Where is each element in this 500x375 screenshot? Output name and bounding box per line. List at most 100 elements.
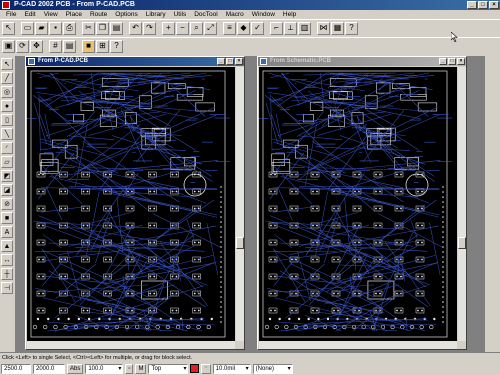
- redo-icon[interactable]: ↷: [143, 21, 156, 35]
- menu-doctool[interactable]: DocTool: [190, 10, 221, 19]
- menu-window[interactable]: Window: [248, 10, 279, 19]
- grid-icon[interactable]: #: [49, 39, 62, 53]
- report-icon[interactable]: ▥: [298, 21, 311, 35]
- x-coordinate-field[interactable]: 2500.0: [1, 363, 31, 374]
- menu-help[interactable]: Help: [279, 10, 300, 19]
- drc-icon[interactable]: ✓: [251, 21, 264, 35]
- text-tool-icon[interactable]: A: [1, 226, 13, 238]
- help-icon[interactable]: ?: [345, 21, 358, 35]
- menu-options[interactable]: Options: [111, 10, 141, 19]
- menu-view[interactable]: View: [40, 10, 62, 19]
- cutout-tool-icon[interactable]: ◪: [1, 184, 13, 196]
- vertical-scrollbar[interactable]: [236, 67, 244, 341]
- view-all-icon[interactable]: ▣: [2, 39, 15, 53]
- paste-icon[interactable]: ▤: [110, 21, 123, 35]
- layer-color-swatch[interactable]: [190, 364, 200, 373]
- pointer-icon[interactable]: ↖: [2, 21, 15, 35]
- route-auto-icon[interactable]: ⟂: [284, 21, 297, 35]
- child-maximize-button[interactable]: □: [226, 58, 234, 65]
- print-icon[interactable]: ⎙: [63, 21, 76, 35]
- pcb-canvas-left[interactable]: [27, 67, 235, 341]
- route-tool-icon[interactable]: ╱: [1, 72, 13, 84]
- netlist-icon[interactable]: ⋈: [317, 21, 330, 35]
- pcb-canvas-right[interactable]: [259, 67, 457, 341]
- menu-route[interactable]: Route: [86, 10, 111, 19]
- line-style-button[interactable]: ⁻: [201, 363, 211, 374]
- measure-icon[interactable]: ⊞: [96, 39, 109, 53]
- horizontal-scrollbar[interactable]: [259, 341, 457, 349]
- zoom-fit-icon[interactable]: ⤢: [204, 21, 217, 35]
- zoom-out-icon[interactable]: −: [176, 21, 189, 35]
- redraw-icon[interactable]: ⟳: [16, 39, 29, 53]
- polygon-tool-icon[interactable]: ▱: [1, 156, 13, 168]
- component-outline: [405, 173, 429, 197]
- route-manual-icon[interactable]: ⌐: [270, 21, 283, 35]
- ratsnest-line: [117, 246, 165, 263]
- scroll-thumb[interactable]: [236, 237, 244, 249]
- grid-toggle-button[interactable]: ▫: [125, 363, 134, 374]
- abs-toggle-button[interactable]: Abs: [67, 363, 84, 374]
- copper-pour-tool-icon[interactable]: ◩: [1, 170, 13, 182]
- menu-utils[interactable]: Utils: [170, 10, 191, 19]
- attribute-tool-icon[interactable]: ▲: [1, 240, 13, 252]
- menu-place[interactable]: Place: [62, 10, 86, 19]
- menu-edit[interactable]: Edit: [20, 10, 39, 19]
- style-select[interactable]: (None): [252, 363, 293, 374]
- component-tool-icon[interactable]: ▯: [1, 114, 13, 126]
- document-icon: [28, 58, 35, 65]
- menu-macro[interactable]: Macro: [222, 10, 248, 19]
- point-tool-icon[interactable]: ┼: [1, 268, 13, 280]
- ratsnest-line: [41, 248, 76, 303]
- y-coordinate-field[interactable]: 2000.0: [33, 363, 65, 374]
- highlight-icon[interactable]: ◆: [237, 21, 250, 35]
- undo-icon[interactable]: ↶: [129, 21, 142, 35]
- cut-icon[interactable]: ✂: [82, 21, 95, 35]
- pcb-window-left[interactable]: From P-CAD.PCB _ □ ×: [25, 56, 245, 350]
- child-close-button[interactable]: ×: [457, 58, 465, 65]
- layer-set-icon[interactable]: ▤: [63, 39, 76, 53]
- child-minimize-button[interactable]: _: [217, 58, 225, 65]
- menu-file[interactable]: File: [2, 10, 20, 19]
- child-minimize-button[interactable]: _: [439, 58, 447, 65]
- dimension-tool-icon[interactable]: ↔: [1, 254, 13, 266]
- zoom-in-icon[interactable]: +: [162, 21, 175, 35]
- grid-select[interactable]: 100.0: [85, 363, 124, 374]
- line-width-select[interactable]: 10.0mil: [212, 363, 251, 374]
- pcb-window-right[interactable]: From Schematic.PCB _ □ ×: [257, 56, 467, 350]
- pad: [104, 309, 107, 312]
- layer-select[interactable]: Top: [148, 363, 189, 374]
- minimize-button[interactable]: _: [467, 1, 477, 9]
- fill-tool-icon[interactable]: ■: [1, 212, 13, 224]
- ruler-tool-icon[interactable]: ⊣: [1, 282, 13, 294]
- save-icon[interactable]: ▪: [49, 21, 62, 35]
- new-icon[interactable]: ▭: [21, 21, 34, 35]
- pad-tool-icon[interactable]: ●: [1, 100, 13, 112]
- child-maximize-button[interactable]: □: [448, 58, 456, 65]
- keepout-tool-icon[interactable]: ⊘: [1, 198, 13, 210]
- menu-library[interactable]: Library: [142, 10, 170, 19]
- child-close-button[interactable]: ×: [235, 58, 243, 65]
- pad: [220, 191, 222, 193]
- scroll-thumb[interactable]: [458, 237, 466, 249]
- via-tool-icon[interactable]: ◎: [1, 86, 13, 98]
- maximize-button[interactable]: □: [478, 1, 488, 9]
- properties-icon[interactable]: ▦: [331, 21, 344, 35]
- pcb-window-right-titlebar[interactable]: From Schematic.PCB _ □ ×: [258, 57, 466, 66]
- select-tool-icon[interactable]: ↖: [1, 58, 13, 70]
- query-icon[interactable]: ?: [110, 39, 123, 53]
- ratsnest-line: [42, 234, 62, 249]
- app-icon[interactable]: [2, 1, 10, 9]
- copy-icon[interactable]: ❐: [96, 21, 109, 35]
- line-tool-icon[interactable]: ╲: [1, 128, 13, 140]
- arc-tool-icon[interactable]: ◜: [1, 142, 13, 154]
- open-icon[interactable]: ▰: [35, 21, 48, 35]
- zoom-window-icon[interactable]: ⌕: [190, 21, 203, 35]
- layer-toggle-button[interactable]: M: [135, 363, 147, 374]
- select-all-icon[interactable]: ■: [82, 39, 95, 53]
- vertical-scrollbar[interactable]: [458, 67, 466, 341]
- pan-icon[interactable]: ✥: [30, 39, 43, 53]
- horizontal-scrollbar[interactable]: [27, 341, 235, 349]
- layer-icon[interactable]: ≡: [223, 21, 236, 35]
- pcb-window-left-titlebar[interactable]: From P-CAD.PCB _ □ ×: [26, 57, 244, 66]
- close-button[interactable]: ×: [489, 1, 499, 9]
